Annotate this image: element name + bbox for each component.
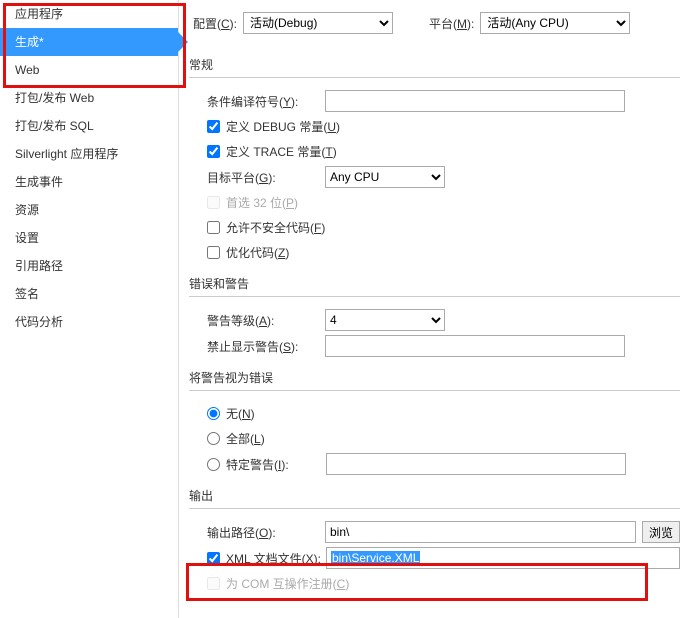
debug-const-checkbox[interactable] bbox=[207, 120, 220, 133]
xml-doc-checkbox[interactable] bbox=[207, 552, 220, 565]
prefer32-label: 首选 32 位(P) bbox=[226, 194, 298, 211]
treat-specific-radio[interactable] bbox=[207, 458, 220, 471]
sidebar-item-silverlight[interactable]: Silverlight 应用程序 bbox=[0, 140, 178, 168]
sidebar: 应用程序 生成* Web 打包/发布 Web 打包/发布 SQL Silverl… bbox=[0, 0, 179, 618]
xml-doc-input[interactable]: bin\Service.XML bbox=[326, 547, 680, 569]
treat-none-radio[interactable] bbox=[207, 407, 220, 420]
suppress-warnings-label: 禁止显示警告(S): bbox=[207, 338, 325, 355]
sidebar-item-signing[interactable]: 签名 bbox=[0, 280, 178, 308]
sidebar-item-build[interactable]: 生成* bbox=[0, 28, 178, 56]
com-interop-label: 为 COM 互操作注册(C) bbox=[226, 575, 349, 592]
sidebar-item-settings[interactable]: 设置 bbox=[0, 224, 178, 252]
conditional-symbols-input[interactable] bbox=[325, 90, 625, 112]
sidebar-item-code-analysis[interactable]: 代码分析 bbox=[0, 308, 178, 336]
sidebar-item-reference-paths[interactable]: 引用路径 bbox=[0, 252, 178, 280]
output-path-label: 输出路径(O): bbox=[207, 524, 325, 541]
xml-doc-label: XML 文档文件(X): bbox=[226, 550, 326, 567]
sidebar-item-web[interactable]: Web bbox=[0, 56, 178, 84]
conditional-symbols-label: 条件编译符号(Y): bbox=[207, 93, 325, 110]
sidebar-item-package-web[interactable]: 打包/发布 Web bbox=[0, 84, 178, 112]
section-treat-warnings: 将警告视为错误 bbox=[189, 365, 680, 391]
trace-const-checkbox[interactable] bbox=[207, 145, 220, 158]
unsafe-checkbox[interactable] bbox=[207, 221, 220, 234]
sidebar-item-resources[interactable]: 资源 bbox=[0, 196, 178, 224]
warning-level-select[interactable]: 4 bbox=[325, 309, 445, 331]
platform-select[interactable]: 活动(Any CPU) bbox=[480, 12, 630, 34]
output-path-input[interactable] bbox=[325, 521, 636, 543]
optimize-checkbox[interactable] bbox=[207, 246, 220, 259]
debug-const-label: 定义 DEBUG 常量(U) bbox=[226, 118, 340, 135]
browse-button[interactable]: 浏览 bbox=[642, 521, 680, 543]
platform-label: 平台(M): bbox=[429, 15, 474, 32]
config-select[interactable]: 活动(Debug) bbox=[243, 12, 393, 34]
treat-specific-label: 特定警告(I): bbox=[226, 456, 326, 473]
trace-const-label: 定义 TRACE 常量(T) bbox=[226, 143, 337, 160]
prefer32-checkbox bbox=[207, 196, 220, 209]
target-platform-select[interactable]: Any CPU bbox=[325, 166, 445, 188]
section-errors: 错误和警告 bbox=[189, 271, 680, 297]
unsafe-label: 允许不安全代码(F) bbox=[226, 219, 325, 236]
treat-all-label: 全部(L) bbox=[226, 430, 265, 447]
section-output: 输出 bbox=[189, 483, 680, 509]
suppress-warnings-input[interactable] bbox=[325, 335, 625, 357]
sidebar-item-application[interactable]: 应用程序 bbox=[0, 0, 178, 28]
section-general: 常规 bbox=[189, 52, 680, 78]
config-label: 配置(C): bbox=[193, 15, 237, 32]
treat-all-radio[interactable] bbox=[207, 432, 220, 445]
treat-none-label: 无(N) bbox=[226, 405, 255, 422]
treat-specific-input[interactable] bbox=[326, 453, 626, 475]
com-interop-checkbox bbox=[207, 577, 220, 590]
target-platform-label: 目标平台(G): bbox=[207, 169, 325, 186]
warning-level-label: 警告等级(A): bbox=[207, 312, 325, 329]
optimize-label: 优化代码(Z) bbox=[226, 244, 289, 261]
sidebar-item-package-sql[interactable]: 打包/发布 SQL bbox=[0, 112, 178, 140]
sidebar-item-build-events[interactable]: 生成事件 bbox=[0, 168, 178, 196]
